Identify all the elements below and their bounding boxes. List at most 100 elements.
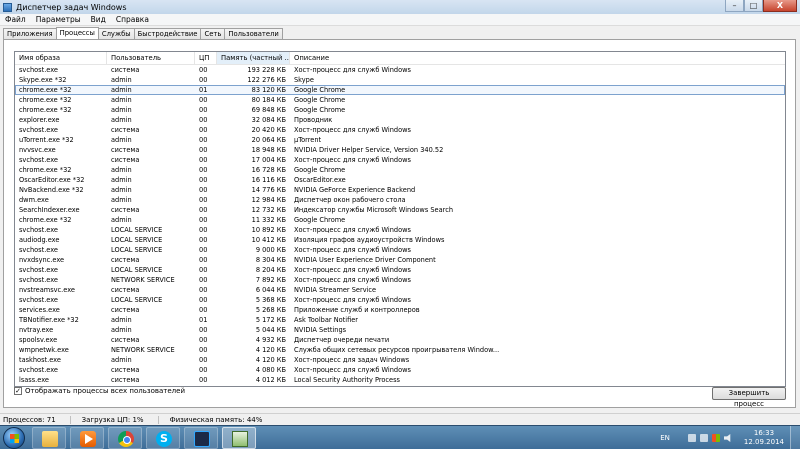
process-row[interactable]: svchost.exe LOCAL SERVICE 00 9 000 КБ Хост-п…	[15, 245, 785, 255]
system-tray: EN 16:33 12.09.2014	[660, 426, 800, 449]
process-row[interactable]: Skype.exe *32 admin 00 122 276 КБ Skype	[15, 75, 785, 85]
process-row[interactable]: nvvsvc.exe система 00 18 948 КБ NVIDIA Drive…	[15, 145, 785, 155]
process-user: LOCAL SERVICE	[111, 266, 163, 274]
taskbar-photoshop[interactable]	[184, 427, 218, 449]
process-row[interactable]: svchost.exe система 00 20 420 КБ Хост-процес…	[15, 125, 785, 135]
taskbar-task-manager[interactable]	[222, 427, 256, 449]
process-memory: 4 932 КБ	[255, 336, 286, 344]
process-row[interactable]: NvBackend.exe *32 admin 00 14 776 КБ NVIDIA …	[15, 185, 785, 195]
process-row[interactable]: chrome.exe *32 admin 00 80 184 КБ Google Chr…	[15, 95, 785, 105]
taskbar-explorer[interactable]	[32, 427, 66, 449]
process-memory: 69 848 КБ	[251, 106, 286, 114]
process-row[interactable]: svchost.exe LOCAL SERVICE 00 10 892 КБ Хост-…	[15, 225, 785, 235]
process-row[interactable]: chrome.exe *32 admin 00 16 728 КБ Google Chr…	[15, 165, 785, 175]
process-row[interactable]: audiodg.exe LOCAL SERVICE 00 10 412 КБ Изоля…	[15, 235, 785, 245]
column-header-name[interactable]: Имя образа	[15, 52, 107, 64]
volume-icon[interactable]	[723, 434, 731, 442]
process-row[interactable]: chrome.exe *32 admin 00 69 848 КБ Google Chr…	[15, 105, 785, 115]
process-memory: 5 368 КБ	[255, 296, 286, 304]
process-cpu: 00	[199, 206, 208, 214]
process-row[interactable]: svchost.exe LOCAL SERVICE 00 8 204 КБ Хост-п…	[15, 265, 785, 275]
process-name: svchost.exe	[19, 156, 58, 164]
maximize-button[interactable]: □	[744, 0, 763, 12]
tab-applications[interactable]: Приложения	[3, 28, 57, 39]
process-row[interactable]: nvstreamsvc.exe система 00 6 044 КБ NVIDIA S…	[15, 285, 785, 295]
title-bar[interactable]: Диспетчер задач Windows – □ X	[0, 0, 800, 14]
action-center-flag-icon[interactable]	[711, 434, 720, 442]
process-row[interactable]: services.exe система 00 5 268 КБ Приложение …	[15, 305, 785, 315]
tab-performance[interactable]: Быстродействие	[133, 28, 202, 39]
tray-expand-icon[interactable]	[687, 434, 696, 442]
process-cpu: 00	[199, 236, 208, 244]
tab-services[interactable]: Службы	[97, 28, 135, 39]
process-row[interactable]: svchost.exe система 00 193 228 КБ Хост-проце…	[15, 65, 785, 75]
process-row[interactable]: TBNotifier.exe *32 admin 01 5 172 КБ Ask Too…	[15, 315, 785, 325]
process-description: NVIDIA Driver Helper Service, Version 34…	[294, 146, 444, 154]
clock-date: 12.09.2014	[743, 438, 784, 446]
taskbar-media-player[interactable]	[70, 427, 104, 449]
process-row[interactable]: svchost.exe система 00 4 080 КБ Хост-процесс…	[15, 365, 785, 375]
column-header-memory[interactable]: Память (частный ...	[217, 52, 290, 64]
minimize-button[interactable]: –	[725, 0, 744, 12]
process-row[interactable]: OscarEditor.exe *32 admin 00 16 116 КБ Oscar…	[15, 175, 785, 185]
process-description: Проводник	[294, 116, 333, 124]
process-memory: 8 304 КБ	[255, 256, 286, 264]
process-row[interactable]: chrome.exe *32 admin 01 83 120 КБ Google Chr…	[15, 85, 785, 95]
show-all-users-option[interactable]: ✓ Отображать процессы всех пользователей	[14, 387, 185, 395]
process-row[interactable]: nvtray.exe admin 00 5 044 КБ NVIDIA Settings	[15, 325, 785, 335]
process-user: LOCAL SERVICE	[111, 236, 163, 244]
column-header-cpu[interactable]: ЦП	[195, 52, 217, 64]
taskbar-skype[interactable]: S	[146, 427, 180, 449]
process-row[interactable]: nvxdsync.exe система 00 8 304 КБ NVIDIA User…	[15, 255, 785, 265]
process-cpu: 01	[199, 86, 208, 94]
process-row[interactable]: svchost.exe NETWORK SERVICE 00 7 892 КБ Хост…	[15, 275, 785, 285]
show-all-users-label: Отображать процессы всех пользователей	[25, 387, 186, 395]
language-indicator[interactable]: EN	[660, 434, 670, 442]
status-process-count: Процессов: 71	[0, 415, 71, 424]
menu-options[interactable]: Параметры	[31, 15, 86, 24]
start-button[interactable]	[3, 427, 25, 449]
process-row[interactable]: chrome.exe *32 admin 00 11 332 КБ Google Chr…	[15, 215, 785, 225]
process-row[interactable]: svchost.exe LOCAL SERVICE 00 5 368 КБ Хост-п…	[15, 295, 785, 305]
process-row[interactable]: dwm.exe admin 00 12 984 КБ Диспетчер окон ра…	[15, 195, 785, 205]
taskbar-chrome[interactable]	[108, 427, 142, 449]
menu-view[interactable]: Вид	[86, 15, 111, 24]
show-all-users-checkbox[interactable]: ✓	[14, 387, 22, 395]
process-description: Хост-процесс для задач Windows	[294, 356, 410, 364]
show-desktop-button[interactable]	[790, 426, 800, 449]
process-memory: 18 948 КБ	[251, 146, 286, 154]
process-description: NVIDIA Settings	[294, 326, 347, 334]
tab-processes[interactable]: Процессы	[55, 27, 99, 39]
process-name: NvBackend.exe *32	[19, 186, 84, 194]
process-description: Ask Toolbar Notifier	[294, 316, 359, 324]
process-name: explorer.exe	[19, 116, 60, 124]
end-process-button[interactable]: Завершить процесс	[712, 387, 786, 408]
tab-networking[interactable]: Сеть	[200, 28, 226, 39]
process-cpu: 00	[199, 286, 208, 294]
menu-file[interactable]: Файл	[0, 15, 31, 24]
column-header-description[interactable]: Описание	[290, 52, 780, 64]
process-memory: 16 116 КБ	[251, 176, 286, 184]
process-description: Хост-процесс для служб Windows	[294, 66, 411, 74]
process-row[interactable]: uTorrent.exe *32 admin 00 20 064 КБ µTorrent	[15, 135, 785, 145]
process-row[interactable]: taskhost.exe admin 00 4 120 КБ Хост-процесс …	[15, 355, 785, 365]
process-row[interactable]: wmpnetwk.exe NETWORK SERVICE 00 4 120 КБ Слу…	[15, 345, 785, 355]
network-icon[interactable]	[699, 434, 708, 442]
process-name: nvstreamsvc.exe	[19, 286, 75, 294]
process-list[interactable]: Имя образа Пользователь ЦП Память (частн…	[14, 51, 786, 387]
process-row[interactable]: SearchIndexer.exe система 00 12 732 КБ Индек…	[15, 205, 785, 215]
column-header-user[interactable]: Пользователь	[107, 52, 195, 64]
process-description: Хост-процесс для служб Windows	[294, 126, 411, 134]
menu-help[interactable]: Справка	[111, 15, 154, 24]
close-button[interactable]: X	[763, 0, 797, 12]
tab-users[interactable]: Пользователи	[224, 28, 283, 39]
process-user: NETWORK SERVICE	[111, 276, 175, 284]
process-row[interactable]: lsass.exe система 00 4 012 КБ Local Security…	[15, 375, 785, 385]
process-row[interactable]: svchost.exe система 00 17 004 КБ Хост-процес…	[15, 155, 785, 165]
process-row[interactable]: explorer.exe admin 00 32 084 КБ Проводник	[15, 115, 785, 125]
clock[interactable]: 16:33 12.09.2014	[744, 429, 784, 447]
process-description: Хост-процесс для служб Windows	[294, 266, 411, 274]
process-row[interactable]: spoolsv.exe система 00 4 932 КБ Диспетчер оч…	[15, 335, 785, 345]
process-memory: 5 044 КБ	[255, 326, 286, 334]
tab-strip: Приложения Процессы Службы Быстродействи…	[3, 27, 283, 39]
